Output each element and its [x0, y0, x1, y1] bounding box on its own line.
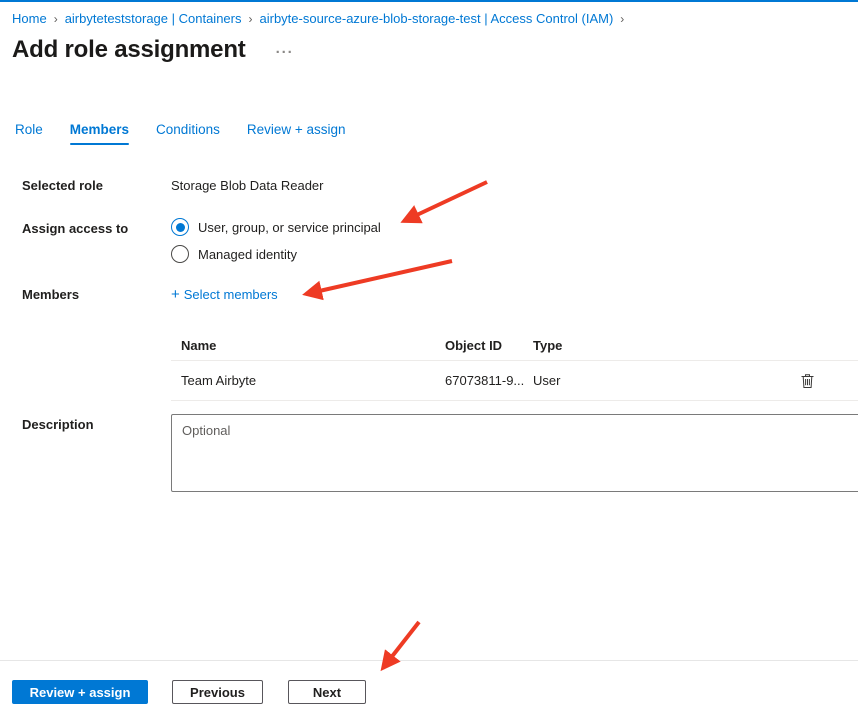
tab-conditions[interactable]: Conditions — [156, 122, 220, 145]
member-object-id-cell: 67073811-9... — [445, 373, 533, 388]
members-label: Members — [22, 287, 79, 302]
table-row: Team Airbyte 67073811-9... User — [171, 361, 858, 401]
breadcrumb-storage-containers-link[interactable]: airbyteteststorage | Containers — [65, 11, 242, 26]
tab-role[interactable]: Role — [15, 122, 43, 145]
selected-role-value: Storage Blob Data Reader — [171, 178, 323, 193]
selected-role-label: Selected role — [22, 178, 103, 193]
members-table-header: Name Object ID Type — [171, 330, 858, 361]
breadcrumb-separator: › — [620, 12, 624, 26]
page-title: Add role assignment — [12, 36, 246, 64]
previous-button[interactable]: Previous — [172, 680, 263, 704]
top-accent-bar — [0, 0, 858, 2]
delete-member-button[interactable] — [798, 371, 817, 391]
tab-members[interactable]: Members — [70, 122, 129, 145]
select-members-link[interactable]: + Select members — [171, 286, 278, 303]
breadcrumb-separator: › — [249, 12, 253, 26]
breadcrumb-separator: › — [54, 12, 58, 26]
footer-divider — [0, 660, 858, 661]
radio-unselected-icon — [171, 245, 189, 263]
trash-icon — [800, 373, 815, 389]
members-table: Name Object ID Type Team Airbyte 6707381… — [171, 330, 858, 401]
radio-user-group-service-principal[interactable]: User, group, or service principal — [171, 218, 381, 236]
column-header-name: Name — [171, 338, 445, 353]
column-header-type: Type — [533, 338, 703, 353]
annotation-arrow-next-button — [383, 622, 419, 668]
more-options-ellipsis-icon[interactable]: ··· — [276, 45, 294, 60]
radio-option-label: Managed identity — [198, 247, 297, 262]
breadcrumb-home-link[interactable]: Home — [12, 11, 47, 26]
assign-access-to-label: Assign access to — [22, 221, 128, 236]
annotation-arrow-radio — [404, 182, 487, 221]
tab-bar: Role Members Conditions Review + assign — [15, 122, 346, 145]
member-name-cell: Team Airbyte — [171, 373, 445, 388]
breadcrumb-access-control-link[interactable]: airbyte-source-azure-blob-storage-test |… — [260, 11, 614, 26]
radio-option-label: User, group, or service principal — [198, 220, 381, 235]
radio-managed-identity[interactable]: Managed identity — [171, 245, 381, 263]
description-input[interactable] — [171, 414, 858, 492]
review-assign-button[interactable]: Review + assign — [12, 680, 148, 704]
plus-icon: + — [171, 286, 180, 303]
breadcrumb: Home › airbyteteststorage | Containers ›… — [12, 11, 631, 26]
title-row: Add role assignment ··· — [12, 36, 294, 64]
footer-action-bar: Review + assign Previous Next — [12, 680, 366, 704]
radio-selected-icon — [171, 218, 189, 236]
column-header-object-id: Object ID — [445, 338, 533, 353]
annotation-arrow-select-members — [306, 261, 452, 294]
assign-access-to-radio-group: User, group, or service principal Manage… — [171, 218, 381, 263]
member-type-cell: User — [533, 373, 703, 388]
select-members-label: Select members — [184, 287, 278, 302]
next-button[interactable]: Next — [288, 680, 366, 704]
description-label: Description — [22, 417, 94, 432]
tab-review-assign[interactable]: Review + assign — [247, 122, 346, 145]
